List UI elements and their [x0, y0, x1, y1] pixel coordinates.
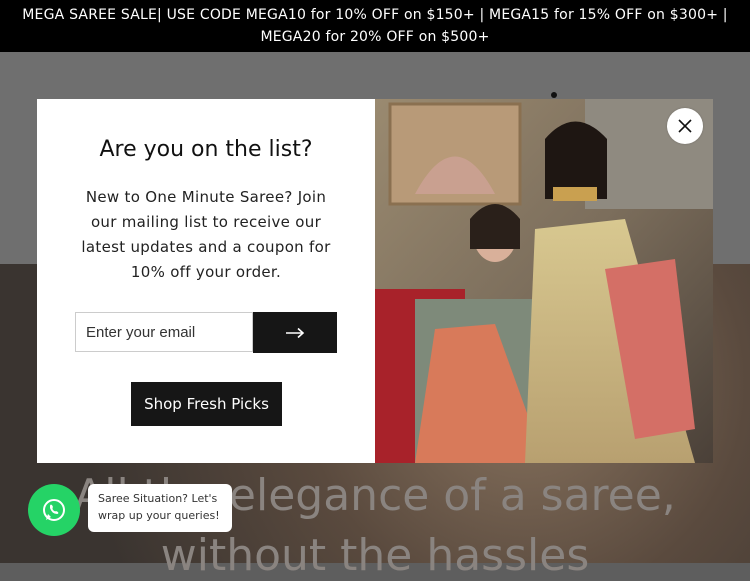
- whatsapp-chat-button[interactable]: [28, 484, 80, 536]
- announcement-line-1: MEGA SAREE SALE| USE CODE MEGA10 for 10%…: [22, 7, 728, 23]
- modal-title: Are you on the list?: [99, 137, 313, 162]
- email-input[interactable]: [75, 312, 253, 352]
- arrow-right-icon: [286, 327, 305, 338]
- subscribe-submit-button[interactable]: [253, 312, 337, 353]
- shop-fresh-picks-button[interactable]: Shop Fresh Picks: [131, 382, 282, 426]
- carousel-dot: [551, 92, 557, 98]
- close-icon: [678, 119, 692, 133]
- announcement-bar: MEGA SAREE SALE| USE CODE MEGA10 for 10%…: [0, 0, 750, 52]
- modal-content: Are you on the list? New to One Minute S…: [37, 99, 375, 463]
- modal-image: [375, 99, 713, 463]
- whatsapp-icon: [43, 499, 65, 521]
- announcement-line-2: MEGA20 for 20% OFF on $500+: [260, 29, 490, 45]
- hero-heading-line-2: without the hassles: [160, 530, 590, 581]
- close-modal-button[interactable]: [667, 108, 703, 144]
- chat-bubble[interactable]: Saree Situation? Let's wrap up your quer…: [88, 484, 232, 532]
- modal-description: New to One Minute Saree? Join our mailin…: [81, 188, 331, 281]
- newsletter-modal: Are you on the list? New to One Minute S…: [37, 99, 713, 463]
- saree-models-image: [375, 99, 713, 463]
